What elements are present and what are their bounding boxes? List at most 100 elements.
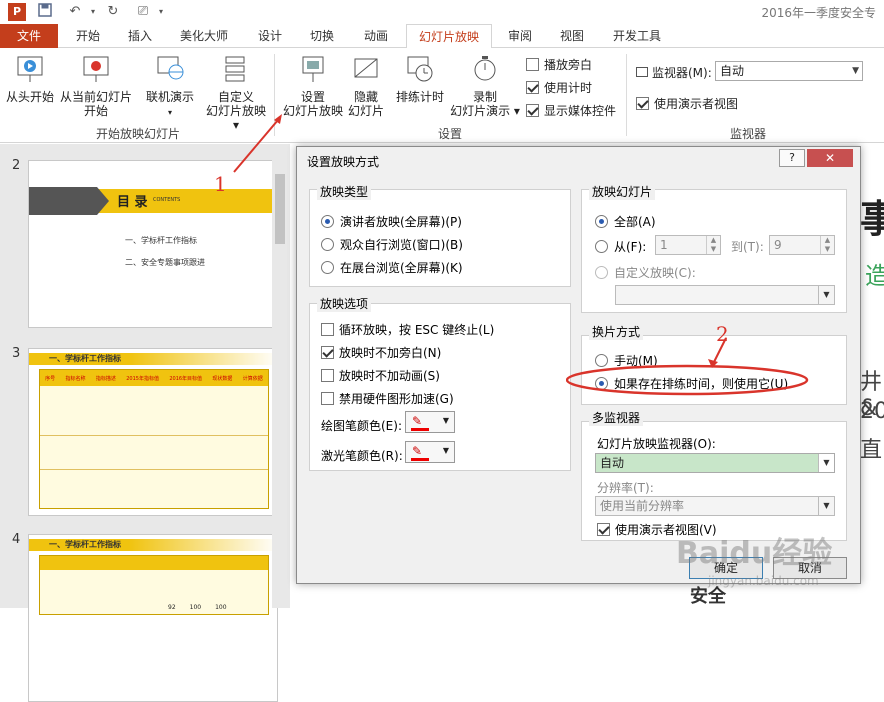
hide-slide-button[interactable]: 隐藏 幻灯片 [346, 54, 386, 118]
play-narrations-label: 播放旁白 [544, 58, 593, 72]
spinner-arrows-icon[interactable]: ▲ ▼ [820, 236, 834, 254]
from-current-button[interactable]: 从当前幻灯片 开始 [58, 54, 134, 118]
table-row [40, 386, 268, 436]
resolution-value: 使用当前分辨率 [600, 499, 685, 513]
use-timings-checkbox[interactable]: 使用计时 [526, 79, 592, 96]
from-label: 从(F): [614, 240, 647, 254]
play-from-start-icon [17, 56, 43, 82]
slide-thumbnail-4[interactable]: 一、学标杆工作指标 92 100 100 [28, 534, 278, 702]
multiple-monitors-label: 多监视器 [589, 409, 644, 426]
ribbon-tabs: 文件 开始 插入 美化大师 设计 切换 动画 幻灯片放映 审阅 视图 开发工具 [0, 24, 884, 49]
dialog-title: 设置放映方式 [307, 155, 380, 169]
tab-animations[interactable]: 动画 [356, 24, 396, 48]
checkbox-box [526, 58, 539, 71]
laser-color-picker[interactable]: ✎ ▼ [405, 441, 455, 463]
tab-design[interactable]: 设计 [250, 24, 290, 48]
annotation-number-2: 2 [716, 322, 729, 346]
monitor-select[interactable]: 自动 ▼ [715, 61, 863, 81]
radio-browse-window[interactable]: 观众自行浏览(窗口)(B) [321, 236, 463, 253]
from-current-label-1: 从当前幻灯片 [59, 90, 132, 104]
road-banner [29, 187, 109, 215]
checkbox-box [321, 323, 334, 336]
help-button[interactable]: ? [779, 149, 805, 167]
slide-number: 4 [12, 532, 21, 547]
checkbox-box [636, 97, 649, 110]
table-header: 指标名称 [65, 375, 86, 382]
no-narration-checkbox[interactable]: 放映时不加旁白(N) [321, 344, 441, 361]
annotation-highlight-2 [566, 337, 809, 396]
no-animation-checkbox[interactable]: 放映时不加动画(S) [321, 367, 440, 384]
present-icon[interactable]: ⎚ [134, 3, 152, 21]
slide-fragment-text: 造 [865, 262, 884, 290]
radio-from-slides[interactable]: 从(F): [595, 238, 646, 255]
resolution-select[interactable]: 使用当前分辨率 ▼ [595, 496, 835, 516]
show-media-label: 显示媒体控件 [544, 104, 617, 118]
from-spinner[interactable]: 1 ▲ ▼ [655, 235, 721, 255]
from-start-label: 从头开始 [5, 90, 54, 104]
table-row [40, 436, 268, 470]
table-header: 现状数据 [212, 375, 233, 382]
radio-presenter[interactable]: 演讲者放映(全屏幕)(P) [321, 213, 462, 230]
play-narrations-checkbox[interactable]: 播放旁白 [526, 56, 592, 73]
resolution-label: 分辨率(T): [597, 481, 654, 495]
watermark-logo: Baidu经验 [676, 536, 833, 571]
radio-circle [595, 215, 608, 228]
ribbon-separator [626, 54, 627, 136]
qa-more-icon[interactable]: ▾ [152, 3, 170, 21]
from-start-button[interactable]: 从头开始 [4, 54, 56, 104]
save-icon[interactable] [36, 3, 54, 21]
no-narration-label: 放映时不加旁白(N) [339, 346, 442, 360]
presenter-view-checkbox[interactable]: 使用演示者视图 [636, 95, 738, 112]
tab-file[interactable]: 文件 [0, 24, 58, 48]
no-animation-label: 放映时不加动画(S) [339, 369, 440, 383]
tab-beautify[interactable]: 美化大师 [172, 24, 236, 48]
slide-thumbnail-3[interactable]: 一、学标杆工作指标 序号 指标名称 指标描述 2015年指标值 2016年目标值… [28, 348, 278, 516]
record-slideshow-button[interactable]: 录制 幻灯片演示 ▾ [450, 54, 520, 118]
thumbnail-scrollbar[interactable] [272, 144, 288, 608]
show-media-controls-checkbox[interactable]: 显示媒体控件 [526, 102, 616, 119]
hide-slide-label-2: 幻灯片 [347, 104, 384, 118]
tab-developer[interactable]: 开发工具 [604, 24, 670, 48]
close-button[interactable]: ✕ [807, 149, 853, 167]
hide-slide-icon [354, 58, 378, 78]
checkbox-box [321, 369, 334, 382]
slideshow-monitor-select[interactable]: 自动 ▼ [595, 453, 835, 473]
tab-review[interactable]: 审阅 [500, 24, 540, 48]
tab-transitions[interactable]: 切换 [302, 24, 342, 48]
group-setup-label: 设置 [438, 127, 463, 141]
slide-heading: 一、学标杆工作指标 [49, 540, 121, 549]
undo-icon[interactable]: ↶ [66, 3, 84, 21]
undo-dropdown-icon[interactable]: ▾ [84, 3, 102, 21]
chevron-down-icon: ▼ [818, 497, 834, 515]
table-header-row: 序号 指标名称 指标描述 2015年指标值 2016年目标值 现状数据 计算依据 [40, 370, 268, 386]
redo-icon[interactable]: ↻ [104, 3, 122, 21]
rehearse-timings-button[interactable]: 排练计时 [394, 54, 446, 104]
radio-all-slides[interactable]: 全部(A) [595, 213, 656, 230]
record-label-2: 幻灯片演示 [450, 104, 511, 118]
slide-toc-item: 一、学标杆工作指标 [125, 236, 197, 245]
laser-color-label: 激光笔颜色(R): [321, 449, 403, 463]
online-present-button[interactable]: 联机演示 ▾ [140, 54, 200, 120]
annotation-number-1: 1 [214, 172, 227, 196]
radio-custom-show[interactable]: 自定义放映(C): [595, 264, 696, 281]
setup-slideshow-button[interactable]: 设置 幻灯片放映 [280, 54, 346, 118]
chevron-down-icon: ▼ [852, 66, 859, 76]
table-header: 计算依据 [242, 375, 263, 382]
pen-icon: ✎ [412, 444, 423, 458]
to-spinner[interactable]: 9 ▲ ▼ [769, 235, 835, 255]
custom-show-select[interactable]: ▼ [615, 285, 835, 305]
tab-insert[interactable]: 插入 [120, 24, 160, 48]
disable-hw-accel-checkbox[interactable]: 禁用硬件图形加速(G) [321, 390, 454, 407]
tab-home[interactable]: 开始 [68, 24, 108, 48]
slideshow-monitor-value: 自动 [600, 456, 625, 470]
tab-slideshow[interactable]: 幻灯片放映 [406, 24, 492, 49]
tab-view[interactable]: 视图 [552, 24, 592, 48]
to-value: 9 [774, 238, 782, 252]
loop-checkbox[interactable]: 循环放映，按 ESC 键终止(L) [321, 321, 494, 338]
spinner-arrows-icon[interactable]: ▲ ▼ [706, 236, 720, 254]
radio-circle [595, 240, 608, 253]
pen-color-picker[interactable]: ✎ ▼ [405, 411, 455, 433]
pen-icon: ✎ [412, 414, 423, 428]
table-header: 序号 [45, 375, 56, 382]
radio-kiosk[interactable]: 在展台浏览(全屏幕)(K) [321, 259, 463, 276]
